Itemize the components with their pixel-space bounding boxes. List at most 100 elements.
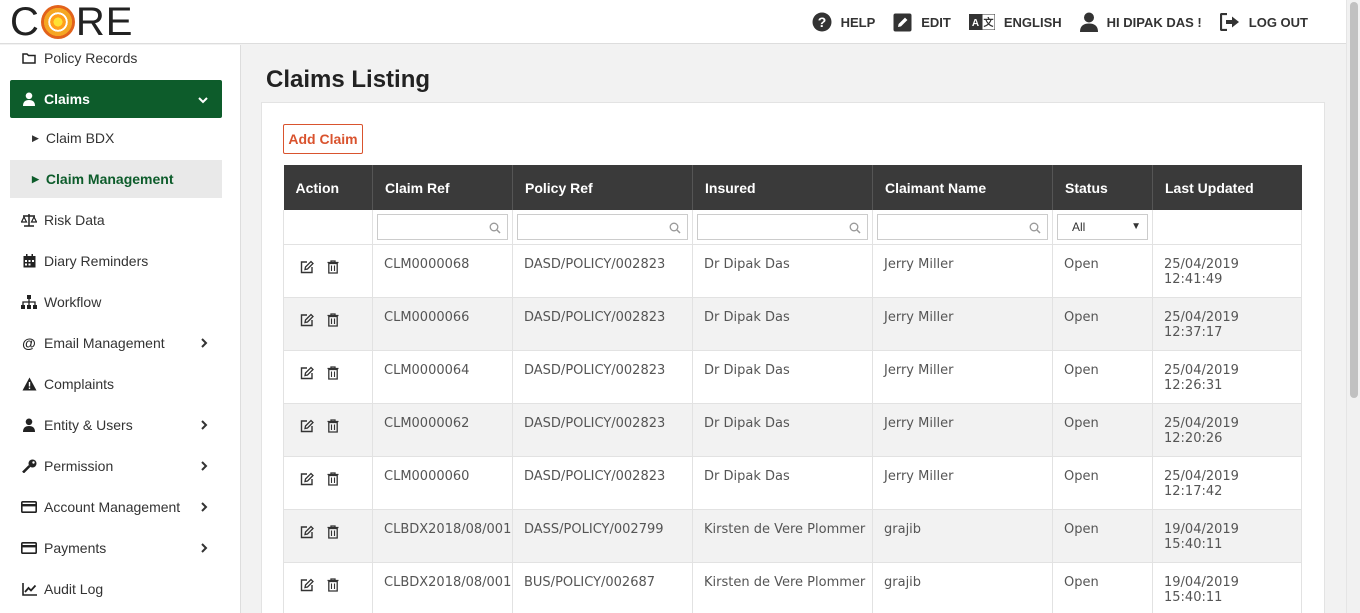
action-cell — [283, 350, 373, 404]
sidebar-item-label: Entity & Users — [44, 417, 133, 433]
cell-claimant-name: grajib — [872, 562, 1053, 613]
top-header: C RE ? HELP EDIT A文 ENGLISH HI DIPAK DAS… — [0, 0, 1346, 44]
cell-status: Open — [1052, 350, 1153, 404]
svg-text:文: 文 — [983, 16, 994, 29]
cell-claim-ref: CLM0000066 — [372, 297, 513, 351]
cell-claim-ref: CLBDX2018/08/0015 — [372, 509, 513, 563]
sidebar-item-complaints[interactable]: Complaints — [10, 365, 222, 403]
cell-status: Open — [1052, 403, 1153, 457]
delete-icon[interactable] — [325, 312, 341, 328]
updated-time: 12:20:26 — [1164, 430, 1223, 446]
table-row[interactable]: CLBDX2018/08/0015 DASS/POLICY/002799 Kirst… — [283, 509, 1302, 563]
user-menu[interactable]: HI DIPAK DAS ! — [1079, 12, 1202, 32]
sidebar-item-payments[interactable]: Payments — [10, 529, 222, 567]
column-header-insured[interactable]: Insured — [692, 165, 873, 210]
sidebar-item-label: Claim Management — [45, 171, 174, 187]
column-header-last-updated[interactable]: Last Updated — [1152, 165, 1302, 210]
table-row[interactable]: CLM0000068 DASD/POLICY/002823 Dr Dipak Das… — [283, 244, 1302, 298]
top-nav: ? HELP EDIT A文 ENGLISH HI DIPAK DAS ! LO… — [794, 0, 1308, 44]
delete-icon[interactable] — [325, 418, 341, 434]
search-icon — [489, 221, 501, 239]
table-row[interactable]: CLM0000066 DASD/POLICY/002823 Dr Dipak Das… — [283, 297, 1302, 351]
updated-time: 15:40:11 — [1164, 589, 1223, 605]
sidebar-item-permission[interactable]: Permission — [10, 447, 222, 485]
cell-last-updated: 25/04/2019 12:37:17 — [1152, 297, 1302, 351]
table-row[interactable]: CLBDX2018/08/0015 BUS/POLICY/002687 Kirste… — [283, 562, 1302, 613]
sidebar-item-risk-data[interactable]: Risk Data — [10, 201, 222, 239]
action-cell — [283, 244, 373, 298]
svg-text:?: ? — [817, 14, 826, 30]
sidebar-item-claim-bdx[interactable]: ▶ Claim BDX — [10, 119, 222, 157]
edit-icon[interactable] — [299, 365, 315, 381]
core-logo[interactable]: C RE — [10, 2, 133, 42]
edit-icon[interactable] — [299, 418, 315, 434]
table-row[interactable]: CLM0000062 DASD/POLICY/002823 Dr Dipak Das… — [283, 403, 1302, 457]
updated-time: 12:37:17 — [1164, 324, 1223, 340]
filter-policy-ref[interactable] — [517, 213, 688, 240]
column-header-action: Action — [283, 165, 373, 210]
sidebar-item-claim-management[interactable]: ▶ Claim Management — [10, 160, 222, 198]
sidebar-item-account-management[interactable]: Account Management — [10, 488, 222, 526]
page-title: Claims Listing — [266, 66, 431, 93]
cell-insured: Kirsten de Vere Plommer — [692, 562, 873, 613]
filter-insured-input[interactable] — [698, 214, 867, 239]
delete-icon[interactable] — [325, 365, 341, 381]
vertical-scrollbar[interactable] — [1346, 0, 1360, 613]
updated-time: 12:41:49 — [1164, 271, 1223, 287]
delete-icon[interactable] — [325, 577, 341, 593]
edit-icon[interactable] — [299, 471, 315, 487]
sidebar-item-entity-users[interactable]: Entity & Users — [10, 406, 222, 444]
cell-last-updated: 25/04/2019 12:17:42 — [1152, 456, 1302, 510]
sidebar-item-claims[interactable]: Claims — [10, 80, 222, 118]
updated-time: 12:17:42 — [1164, 483, 1223, 499]
filter-claimant-name-input[interactable] — [878, 214, 1047, 239]
logout-link[interactable]: LOG OUT — [1219, 13, 1308, 31]
sidebar-item-audit-log[interactable]: Audit Log — [10, 570, 222, 608]
delete-icon[interactable] — [325, 524, 341, 540]
edit-icon[interactable] — [299, 312, 315, 328]
sidebar-item-diary-reminders[interactable]: Diary Reminders — [10, 242, 222, 280]
column-header-claimant-name[interactable]: Claimant Name — [872, 165, 1053, 210]
filter-insured[interactable] — [697, 213, 868, 240]
column-header-policy-ref[interactable]: Policy Ref — [512, 165, 693, 210]
chevron-down-icon — [198, 91, 208, 107]
edit-icon[interactable] — [299, 577, 315, 593]
column-header-status[interactable]: Status — [1052, 165, 1153, 210]
card-icon — [20, 539, 38, 557]
cell-status: Open — [1052, 244, 1153, 298]
add-claim-button[interactable]: Add Claim — [283, 124, 363, 154]
search-icon — [849, 221, 861, 239]
sidebar-item-workflow[interactable]: Workflow — [10, 283, 222, 321]
cell-policy-ref: DASD/POLICY/002823 — [512, 350, 693, 404]
table-row[interactable]: CLM0000060 DASD/POLICY/002823 Dr Dipak Das… — [283, 456, 1302, 510]
updated-time: 15:40:11 — [1164, 536, 1223, 552]
filter-policy-ref-input[interactable] — [518, 214, 687, 239]
action-cell — [283, 456, 373, 510]
sidebar-item-policy-records[interactable]: Policy Records — [10, 45, 222, 77]
cell-policy-ref: DASS/POLICY/002799 — [512, 509, 693, 563]
table-row[interactable]: CLM0000064 DASD/POLICY/002823 Dr Dipak Das… — [283, 350, 1302, 404]
language-selector[interactable]: A文 ENGLISH — [968, 14, 1062, 30]
action-cell — [283, 509, 373, 563]
at-icon: @ — [22, 335, 36, 351]
updated-date: 19/04/2019 — [1164, 521, 1239, 537]
updated-date: 25/04/2019 — [1164, 309, 1239, 325]
filter-claimant-name[interactable] — [877, 213, 1048, 240]
edit-link[interactable]: EDIT — [893, 13, 951, 32]
user-icon — [1079, 12, 1098, 32]
filter-row: All ▼ — [283, 210, 1302, 245]
scrollbar-thumb[interactable] — [1350, 2, 1358, 398]
delete-icon[interactable] — [325, 471, 341, 487]
sidebar-item-email-management[interactable]: @ Email Management — [10, 324, 222, 362]
filter-claim-ref[interactable] — [377, 213, 508, 240]
help-link[interactable]: ? HELP — [812, 12, 875, 32]
calendar-icon — [20, 252, 38, 270]
edit-icon[interactable] — [299, 524, 315, 540]
filter-status-select[interactable]: All ▼ — [1057, 213, 1148, 240]
delete-icon[interactable] — [325, 259, 341, 275]
edit-icon[interactable] — [299, 259, 315, 275]
sidebar-item-label: Risk Data — [44, 212, 105, 228]
filter-claim-ref-input[interactable] — [378, 214, 507, 239]
cell-insured: Dr Dipak Das — [692, 403, 873, 457]
column-header-claim-ref[interactable]: Claim Ref — [372, 165, 513, 210]
